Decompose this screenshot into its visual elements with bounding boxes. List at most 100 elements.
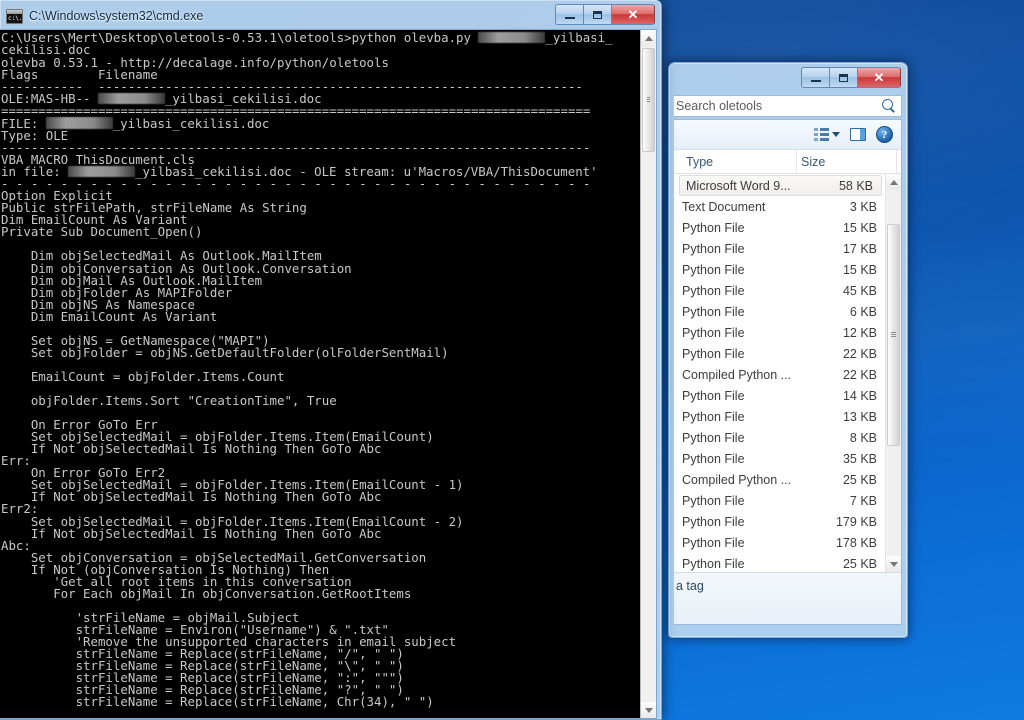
details-tag-text[interactable]: a tag <box>676 579 704 593</box>
cmd-scrollbar[interactable] <box>640 30 656 718</box>
cell-type: Python File <box>682 262 745 277</box>
table-row[interactable]: Python File 45 KB <box>674 280 885 301</box>
cell-size: 15 KB <box>842 262 877 277</box>
table-row[interactable]: Python File 15 KB <box>674 217 885 238</box>
cmd-close-button[interactable]: ✕ <box>611 4 655 25</box>
cell-type: Compiled Python ... <box>682 367 792 382</box>
explorer-toolbar: ? <box>674 120 901 150</box>
console-icon <box>6 8 23 24</box>
cell-size: 25 KB <box>842 556 877 571</box>
scroll-down-button[interactable] <box>886 556 901 572</box>
cell-type: Python File <box>682 304 745 319</box>
table-row[interactable]: Python File 179 KB <box>674 511 885 532</box>
cell-type: Python File <box>682 325 745 340</box>
column-header-type[interactable]: Type <box>682 150 797 173</box>
explorer-scroll-thumb[interactable] <box>887 224 900 446</box>
windows-explorer-window[interactable]: ✕ Search oletools ? Type Size Microsoft … <box>668 62 908 638</box>
cmd-line: Private Sub Document_Open() <box>1 224 203 240</box>
cmd-scroll-up-button[interactable] <box>641 30 656 46</box>
cmd-scroll-track[interactable] <box>641 46 656 702</box>
table-row[interactable]: Python File 6 KB <box>674 301 885 322</box>
cell-type: Text Document <box>682 199 766 214</box>
explorer-search-row: Search oletools <box>674 93 902 119</box>
cell-type: Python File <box>682 241 745 256</box>
cmd-minimize-button[interactable] <box>555 4 583 25</box>
explorer-body: ? Type Size Microsoft Word 9... 58 KB Text… <box>674 119 902 625</box>
cell-size: 6 KB <box>849 304 877 319</box>
cmd-line: For Each objMail In objConversation.GetR… <box>1 585 412 601</box>
cell-size: 8 KB <box>849 430 877 445</box>
triangle-up-icon <box>644 35 653 41</box>
table-row[interactable]: Python File 15 KB <box>674 259 885 280</box>
table-row[interactable]: Compiled Python ... 22 KB <box>674 364 885 385</box>
table-row[interactable]: Python File 14 KB <box>674 385 885 406</box>
cell-size: 12 KB <box>842 325 877 340</box>
explorer-scrollbar[interactable] <box>885 174 901 572</box>
table-row[interactable]: Python File 22 KB <box>674 343 885 364</box>
table-row[interactable]: Python File 12 KB <box>674 322 885 343</box>
cmd-restore-button[interactable] <box>583 4 611 25</box>
cell-type: Compiled Python ... <box>682 472 792 487</box>
cmd-console-area[interactable]: C:\Users\Mert\Desktop\oletools-0.53.1\ol… <box>0 29 657 719</box>
column-header-size[interactable]: Size <box>797 150 897 173</box>
cell-size: 22 KB <box>842 367 877 382</box>
cmd-scroll-down-button[interactable] <box>641 702 656 718</box>
explorer-minimize-button[interactable] <box>801 67 829 88</box>
table-row[interactable]: Compiled Python ... 25 KB <box>674 469 885 490</box>
explorer-maximize-button[interactable] <box>829 67 857 88</box>
help-button[interactable]: ? <box>876 126 893 143</box>
cell-size: 58 KB <box>838 178 873 193</box>
chevron-down-icon[interactable] <box>832 132 840 137</box>
explorer-titlebar[interactable]: ✕ <box>674 67 902 93</box>
explorer-close-button[interactable]: ✕ <box>857 67 901 88</box>
cmd-window-title: C:\Windows\system32\cmd.exe <box>29 9 204 23</box>
explorer-search-box[interactable]: Search oletools <box>674 95 902 117</box>
command-prompt-window[interactable]: C:\Windows\system32\cmd.exe ✕ C:\Users\M… <box>0 0 662 720</box>
explorer-scroll-track[interactable] <box>886 190 901 556</box>
triangle-down-icon <box>644 707 653 713</box>
cell-size: 35 KB <box>842 451 877 466</box>
cell-size: 15 KB <box>842 220 877 235</box>
table-row[interactable]: Python File 17 KB <box>674 238 885 259</box>
cell-size: 45 KB <box>842 283 877 298</box>
cell-type: Python File <box>682 451 745 466</box>
views-button[interactable] <box>814 128 840 141</box>
cmd-scroll-thumb[interactable] <box>642 48 655 152</box>
search-input[interactable]: Search oletools <box>676 99 882 113</box>
cell-type: Python File <box>682 493 745 508</box>
search-icon[interactable] <box>882 98 897 114</box>
table-row[interactable]: Python File 178 KB <box>674 532 885 553</box>
cmd-line: If Not objSelectedMail Is Nothing Then G… <box>1 489 382 505</box>
cmd-line: strFileName = Replace(strFileName, Chr(3… <box>1 694 434 710</box>
explorer-list-wrapper: Microsoft Word 9... 58 KB Text Document 3 K… <box>674 174 901 572</box>
cell-type: Python File <box>682 556 745 571</box>
table-row[interactable]: Python File 35 KB <box>674 448 885 469</box>
redaction-block <box>45 117 113 129</box>
cell-size: 13 KB <box>842 409 877 424</box>
preview-pane-icon <box>850 128 866 141</box>
explorer-file-list[interactable]: Microsoft Word 9... 58 KB Text Document 3 K… <box>674 174 885 572</box>
cell-type: Python File <box>682 535 745 550</box>
scroll-up-button[interactable] <box>886 174 901 190</box>
table-row[interactable]: Python File 25 KB <box>674 553 885 572</box>
table-row[interactable]: Python File 13 KB <box>674 406 885 427</box>
cell-size: 14 KB <box>842 388 877 403</box>
cmd-output-text[interactable]: C:\Users\Mert\Desktop\oletools-0.53.1\ol… <box>0 30 640 718</box>
cell-type: Python File <box>682 430 745 445</box>
table-row[interactable]: Python File 8 KB <box>674 427 885 448</box>
views-icon <box>814 128 829 141</box>
cell-size: 22 KB <box>842 346 877 361</box>
help-icon: ? <box>876 126 893 143</box>
table-row[interactable]: Python File 7 KB <box>674 490 885 511</box>
cell-type: Microsoft Word 9... <box>686 178 791 193</box>
redaction-block <box>478 32 546 44</box>
table-row[interactable]: Microsoft Word 9... 58 KB <box>679 175 882 196</box>
cell-type: Python File <box>682 388 745 403</box>
table-row[interactable]: Text Document 3 KB <box>674 196 885 217</box>
cell-size: 7 KB <box>849 493 877 508</box>
cmd-line: objFolder.Items.Sort "CreationTime", Tru… <box>1 393 337 409</box>
cmd-titlebar[interactable]: C:\Windows\system32\cmd.exe ✕ <box>0 3 657 29</box>
preview-pane-button[interactable] <box>850 128 866 141</box>
cell-size: 179 KB <box>835 514 877 529</box>
explorer-window-controls: ✕ <box>801 67 901 88</box>
